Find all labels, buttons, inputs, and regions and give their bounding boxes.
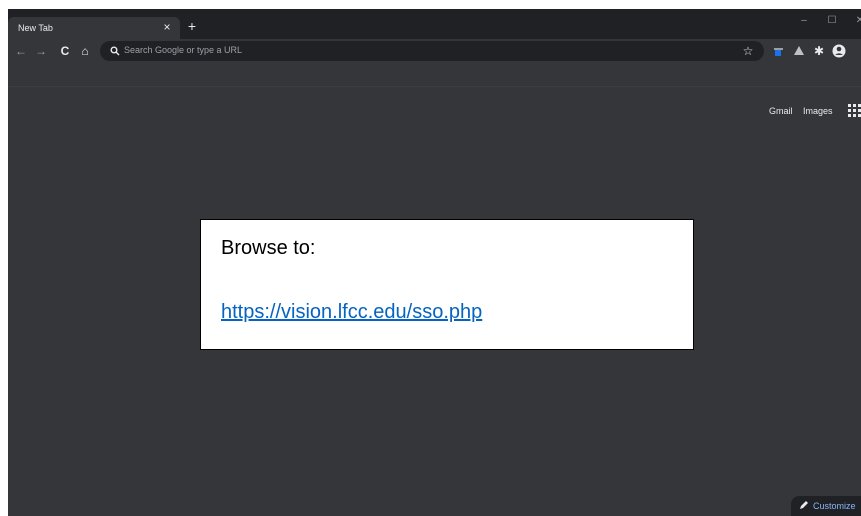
gmail-link[interactable]: Gmail: [769, 106, 793, 116]
customize-button[interactable]: Customize: [791, 496, 861, 516]
apps-grid-icon[interactable]: [848, 104, 861, 117]
instruction-callout: Browse to: https://vision.lfcc.edu/sso.p…: [200, 219, 694, 350]
tab-strip: New Tab × + – ☐ ✕: [8, 9, 861, 39]
close-icon[interactable]: ×: [160, 19, 174, 35]
profile-icon[interactable]: [830, 42, 848, 60]
home-icon[interactable]: ⌂: [76, 42, 94, 60]
tab-title: New Tab: [18, 23, 53, 33]
images-link[interactable]: Images: [803, 106, 833, 116]
callout-url-link[interactable]: https://vision.lfcc.edu/sso.php: [221, 301, 482, 324]
toolbar-divider: [8, 86, 861, 87]
reload-icon[interactable]: C: [56, 42, 74, 60]
window-close-button[interactable]: ✕: [852, 13, 861, 29]
callout-heading: Browse to:: [221, 237, 316, 259]
star-icon[interactable]: ☆: [740, 43, 756, 59]
puzzle-icon[interactable]: ✱: [810, 42, 828, 60]
extension-icon[interactable]: [772, 42, 790, 60]
search-input[interactable]: Search Google or type a URL: [124, 45, 242, 55]
omnibox[interactable]: Search Google or type a URL ☆: [100, 41, 764, 61]
search-icon: [110, 46, 120, 56]
minimize-button[interactable]: –: [796, 13, 812, 29]
forward-icon[interactable]: →: [32, 42, 50, 60]
new-tab-button[interactable]: +: [184, 18, 200, 34]
drive-icon[interactable]: [790, 42, 808, 60]
maximize-button[interactable]: ☐: [824, 13, 840, 29]
back-icon[interactable]: ←: [12, 42, 30, 60]
tab-new-tab[interactable]: New Tab ×: [8, 17, 180, 39]
toolbar: ← → C ⌂ Search Google or type a URL ☆ ✱: [8, 39, 861, 63]
pencil-icon: [800, 501, 808, 509]
customize-label: Customize: [813, 501, 856, 511]
